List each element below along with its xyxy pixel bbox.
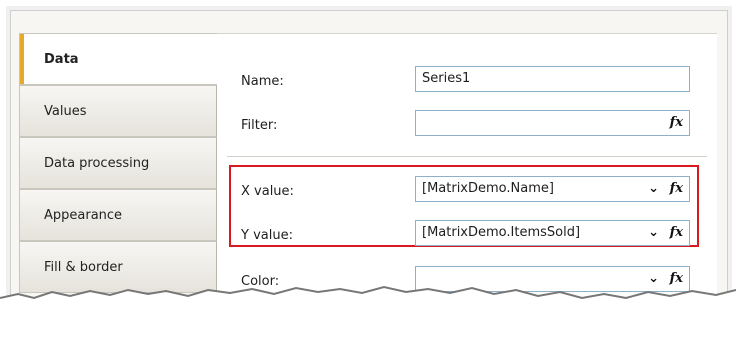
x-value-text: [MatrixDemo.Name] xyxy=(422,181,554,196)
tab-values-label: Values xyxy=(44,104,87,119)
name-value: Series1 xyxy=(422,71,471,86)
tab-appearance[interactable]: Appearance xyxy=(19,189,217,241)
y-value-label: Y value: xyxy=(241,228,293,243)
name-input[interactable]: Series1 xyxy=(415,66,690,92)
torn-edge-decoration xyxy=(0,285,736,340)
tab-data-processing-label: Data processing xyxy=(44,156,150,171)
x-value-combobox[interactable]: [MatrixDemo.Name] ⌄ fx xyxy=(415,176,690,202)
tab-values[interactable]: Values xyxy=(19,85,217,137)
filter-input[interactable]: fx xyxy=(415,110,690,136)
name-label: Name: xyxy=(241,74,284,89)
section-divider xyxy=(227,156,707,157)
tab-data-label: Data xyxy=(44,52,79,67)
expression-fx-icon[interactable]: fx xyxy=(670,221,683,245)
series-editor-panel: Data Values Data processing Appearance F… xyxy=(10,10,728,318)
tab-appearance-label: Appearance xyxy=(44,208,123,223)
tab-data-processing[interactable]: Data processing xyxy=(19,137,217,189)
x-value-label: X value: xyxy=(241,184,294,199)
data-tab-content: Name: Series1 Filter: fx X value: [Matri… xyxy=(217,33,717,317)
tab-data[interactable]: Data xyxy=(19,33,219,85)
y-value-text: [MatrixDemo.ItemsSold] xyxy=(422,225,581,240)
chevron-down-icon[interactable]: ⌄ xyxy=(648,177,659,201)
expression-fx-icon[interactable]: fx xyxy=(670,177,683,201)
tab-fill-border-label: Fill & border xyxy=(44,260,123,275)
chevron-down-icon[interactable]: ⌄ xyxy=(648,221,659,245)
y-value-combobox[interactable]: [MatrixDemo.ItemsSold] ⌄ fx xyxy=(415,220,690,246)
expression-fx-icon[interactable]: fx xyxy=(670,111,683,135)
filter-label: Filter: xyxy=(241,118,278,133)
